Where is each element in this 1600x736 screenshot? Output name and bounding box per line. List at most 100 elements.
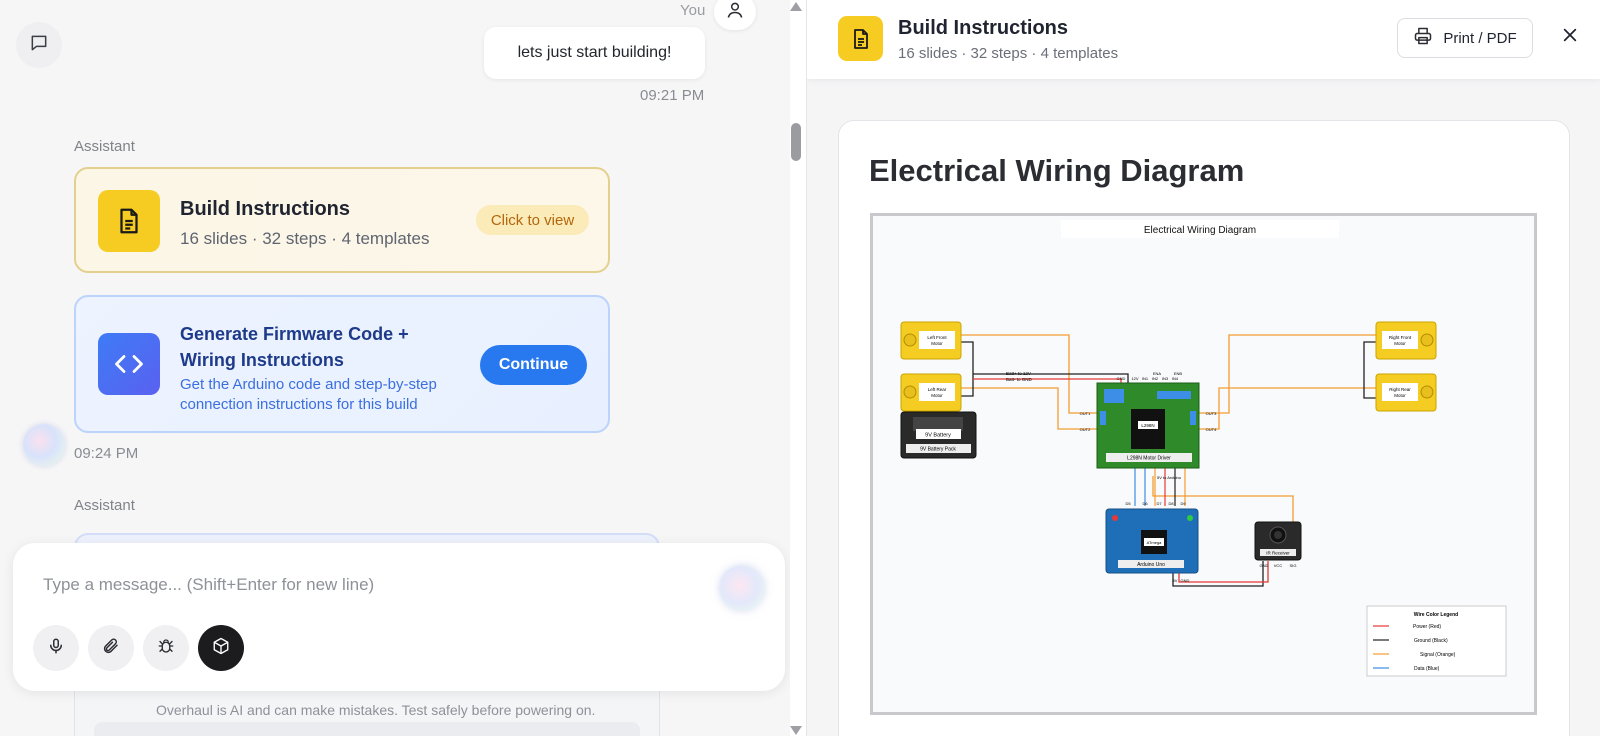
svg-text:Motor: Motor (931, 393, 943, 398)
svg-text:GND: GND (1117, 376, 1126, 381)
ir-receiver: IR Receiver GND VCC SIG (1254, 521, 1302, 568)
note-batt-minus: Batt- to GND (1006, 377, 1033, 382)
svg-text:OUT3: OUT3 (1206, 411, 1217, 416)
build-card-subtitle: 16 slides · 32 steps · 4 templates (180, 229, 430, 248)
svg-text:Motor: Motor (931, 341, 943, 346)
arduino-board: ATmega Arduino Uno D5 D6 D7 D8 D9 5V GND (1105, 501, 1199, 583)
assistant-message-time: 09:24 PM (74, 445, 139, 462)
svg-text:Left Front: Left Front (927, 335, 947, 340)
code-icon (98, 333, 160, 395)
svg-text:9V Battery Pack: 9V Battery Pack (920, 447, 956, 453)
assistant-orb-icon (719, 565, 765, 611)
svg-text:ATmega: ATmega (1147, 540, 1163, 545)
svg-text:12V: 12V (1131, 376, 1138, 381)
microphone-button[interactable] (33, 625, 79, 671)
svg-text:IN3: IN3 (1162, 376, 1169, 381)
close-panel-button[interactable] (1555, 22, 1585, 52)
chat-bubble-icon (29, 33, 49, 58)
note-batt-plus: Batt+ to 12V (1006, 371, 1031, 376)
assistant-avatar (23, 424, 65, 466)
scroll-up-arrow[interactable] (790, 2, 802, 11)
cube-icon (212, 637, 230, 660)
assistant-label-2: Assistant (74, 497, 135, 514)
svg-text:OUT2: OUT2 (1080, 427, 1091, 432)
svg-text:Wire Color Legend: Wire Color Legend (1414, 612, 1458, 618)
svg-text:D5: D5 (1125, 501, 1131, 506)
svg-text:GND: GND (1260, 563, 1269, 568)
build-instructions-panel: Build Instructions 16 slides · 32 steps … (807, 0, 1600, 736)
print-pdf-label: Print / PDF (1443, 29, 1517, 47)
chat-pane: You lets just start building! 09:21 PM A… (0, 0, 790, 736)
ai-disclaimer: Overhaul is AI and can make mistakes. Te… (156, 702, 596, 718)
printer-icon (1413, 26, 1433, 50)
message-input[interactable]: Type a message... (Shift+Enter for new l… (43, 575, 374, 595)
svg-text:D7: D7 (1156, 501, 1162, 506)
svg-text:Ground (Black): Ground (Black) (1414, 638, 1448, 644)
debug-button[interactable] (143, 625, 189, 671)
panel-subtitle: 16 slides · 32 steps · 4 templates (898, 45, 1119, 62)
close-icon (1562, 27, 1578, 48)
motor-driver: L298N L298N Motor Driver ENA ENB GND 12V… (1080, 371, 1217, 480)
user-message-time: 09:21 PM (640, 87, 705, 104)
svg-text:IN4: IN4 (1172, 376, 1179, 381)
scroll-down-arrow[interactable] (790, 726, 802, 735)
slide-title: Electrical Wiring Diagram (869, 153, 1245, 188)
continue-button[interactable]: Continue (480, 345, 587, 385)
build-instructions-card[interactable]: Build Instructions 16 slides · 32 steps … (74, 167, 610, 273)
firmware-card: Generate Firmware Code + Wiring Instruct… (74, 295, 610, 433)
svg-text:Arduino Uno: Arduino Uno (1137, 562, 1165, 568)
svg-text:D8: D8 (1168, 501, 1174, 506)
diagram-title: Electrical Wiring Diagram (1144, 225, 1256, 236)
panel-header: Build Instructions 16 slides · 32 steps … (807, 0, 1600, 79)
motor-right-front: Right Front Motor (1375, 321, 1437, 360)
svg-text:IN1: IN1 (1142, 376, 1149, 381)
attach-button[interactable] (88, 625, 134, 671)
wiring-diagram: Electrical Wiring Diagram Left Front Mot… (870, 213, 1537, 715)
svg-text:D9: D9 (1180, 501, 1186, 506)
svg-text:Motor: Motor (1394, 341, 1406, 346)
motor-right-rear: Right Rear Motor (1375, 373, 1437, 412)
panel-title: Build Instructions (898, 17, 1068, 39)
svg-text:VCC: VCC (1274, 563, 1283, 568)
build-mode-button[interactable] (198, 625, 244, 671)
motor-left-front: Left Front Motor (900, 321, 962, 360)
microphone-icon (47, 637, 65, 660)
svg-text:Power (Red): Power (Red) (1413, 624, 1441, 630)
svg-text:Right Front: Right Front (1389, 335, 1412, 340)
svg-text:5V: 5V (1173, 578, 1178, 583)
battery-pack: 9V Battery 9V Battery Pack (900, 411, 977, 459)
svg-text:Motor: Motor (1394, 393, 1406, 398)
document-icon (98, 190, 160, 252)
document-icon (838, 16, 883, 61)
paperclip-icon (102, 637, 120, 660)
lower-input-peek (94, 722, 640, 736)
chat-scrollbar-thumb[interactable] (791, 123, 801, 161)
firmware-card-title: Generate Firmware Code + Wiring Instruct… (180, 324, 409, 370)
bug-icon (157, 637, 175, 660)
firmware-card-description: Get the Arduino code and step-by-step co… (180, 376, 437, 413)
svg-text:9V Battery: 9V Battery (925, 433, 951, 439)
svg-text:OUT1: OUT1 (1080, 411, 1091, 416)
svg-text:Right Rear: Right Rear (1389, 387, 1411, 392)
print-pdf-button[interactable]: Print / PDF (1397, 18, 1533, 58)
chat-sidebar-toggle[interactable] (16, 22, 62, 68)
build-card-title: Build Instructions (180, 198, 350, 220)
motor-left-rear: Left Rear Motor (900, 373, 962, 412)
svg-text:OUT4: OUT4 (1206, 427, 1217, 432)
user-avatar (714, 0, 756, 30)
svg-text:GND: GND (1181, 578, 1190, 583)
you-label: You (680, 2, 706, 19)
svg-text:Signal (Orange): Signal (Orange) (1420, 652, 1456, 658)
svg-text:L298N: L298N (1141, 423, 1154, 428)
svg-text:L298N Motor Driver: L298N Motor Driver (1127, 456, 1171, 462)
svg-text:SIG: SIG (1290, 563, 1297, 568)
click-to-view-badge[interactable]: Click to view (476, 205, 589, 235)
message-composer: Type a message... (Shift+Enter for new l… (13, 543, 785, 691)
svg-text:D6: D6 (1142, 501, 1148, 506)
wire-legend: Wire Color Legend Power (Red) Ground (Bl… (1366, 605, 1507, 677)
svg-text:5V to Arduino: 5V to Arduino (1157, 475, 1182, 480)
svg-text:Data (Blue): Data (Blue) (1414, 666, 1440, 672)
svg-text:IR Receiver: IR Receiver (1266, 551, 1290, 556)
app-root: You lets just start building! 09:21 PM A… (0, 0, 1600, 736)
slide-card: Electrical Wiring Diagram Electrical Wir… (838, 120, 1570, 736)
